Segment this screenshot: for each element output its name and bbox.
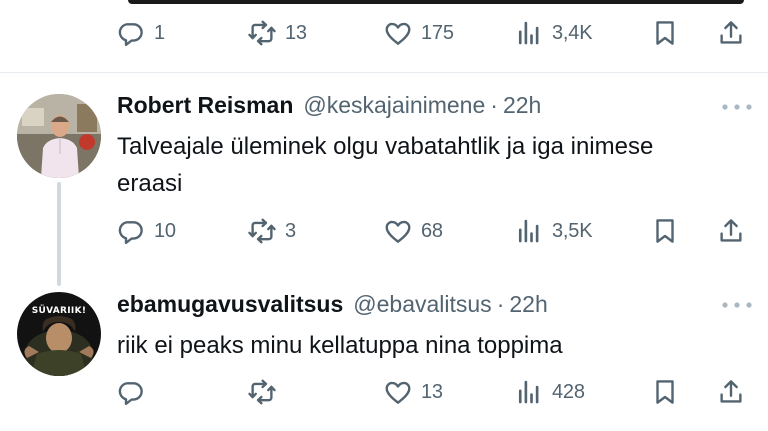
user-name[interactable]: Robert Reisman bbox=[117, 92, 293, 119]
views-icon bbox=[514, 377, 544, 407]
bookmark-button[interactable] bbox=[650, 374, 680, 410]
share-icon bbox=[716, 377, 746, 407]
reply-button[interactable]: 10 bbox=[116, 213, 176, 249]
repost-button[interactable] bbox=[247, 374, 285, 410]
separator-dot: · bbox=[490, 92, 498, 118]
avatar[interactable] bbox=[17, 94, 101, 178]
timestamp[interactable]: 22h bbox=[503, 92, 541, 119]
like-button[interactable]: 13 bbox=[383, 374, 443, 410]
views-icon bbox=[514, 18, 544, 48]
bookmark-icon bbox=[650, 377, 680, 407]
repost-button[interactable]: 3 bbox=[247, 213, 296, 249]
like-icon bbox=[383, 377, 413, 407]
reply-icon bbox=[116, 377, 146, 407]
action-bar: 10 3 68 3,5K bbox=[116, 213, 752, 249]
repost-icon bbox=[247, 18, 277, 48]
views-count: 3,5K bbox=[552, 219, 593, 242]
bookmark-icon bbox=[650, 18, 680, 48]
user-name[interactable]: ebamugavusvalitsus bbox=[117, 291, 343, 318]
bookmark-button[interactable] bbox=[650, 213, 680, 249]
reply-button[interactable]: 1 bbox=[116, 15, 165, 51]
repost-count: 13 bbox=[285, 21, 307, 44]
action-bar: 13 428 bbox=[116, 374, 752, 410]
bookmark-button[interactable] bbox=[650, 15, 680, 51]
views-button[interactable]: 428 bbox=[514, 374, 585, 410]
avatar[interactable]: SÜVARIIK! bbox=[17, 292, 101, 376]
tweet-text: Talveajale üleminek olgu vabatahtlik ja … bbox=[117, 133, 654, 197]
share-icon bbox=[716, 18, 746, 48]
user-handle[interactable]: @keskajainimene bbox=[303, 92, 485, 119]
media-preview-edge[interactable] bbox=[128, 0, 744, 4]
views-count: 428 bbox=[552, 380, 585, 403]
more-button[interactable] bbox=[720, 97, 754, 117]
like-button[interactable]: 175 bbox=[383, 15, 454, 51]
views-icon bbox=[514, 216, 544, 246]
reply-icon bbox=[116, 18, 146, 48]
more-icon bbox=[722, 104, 752, 110]
timestamp[interactable]: 22h bbox=[509, 291, 547, 318]
thread-line bbox=[57, 182, 61, 286]
avatar-caption: SÜVARIIK! bbox=[31, 306, 87, 316]
repost-icon bbox=[247, 377, 277, 407]
like-icon bbox=[383, 18, 413, 48]
views-count: 3,4K bbox=[552, 21, 593, 44]
tweet-header: Robert Reisman @keskajainimene · 22h bbox=[117, 92, 541, 122]
like-count: 13 bbox=[421, 380, 443, 403]
repost-count: 3 bbox=[285, 219, 296, 242]
reply-button[interactable] bbox=[116, 374, 154, 410]
tweet-header: ebamugavusvalitsus @ebavalitsus · 22h bbox=[117, 291, 548, 321]
like-count: 175 bbox=[421, 21, 454, 44]
views-button[interactable]: 3,4K bbox=[514, 15, 593, 51]
user-handle[interactable]: @ebavalitsus bbox=[353, 291, 491, 318]
action-bar: 1 13 175 3,4K bbox=[116, 15, 752, 51]
more-button[interactable] bbox=[720, 295, 754, 315]
reply-count: 1 bbox=[154, 21, 165, 44]
more-icon bbox=[722, 302, 752, 308]
repost-button[interactable]: 13 bbox=[247, 15, 307, 51]
tweet-text: riik ei peaks minu kellatuppa nina toppi… bbox=[117, 332, 563, 359]
bookmark-icon bbox=[650, 216, 680, 246]
like-button[interactable]: 68 bbox=[383, 213, 443, 249]
share-button[interactable] bbox=[716, 15, 746, 51]
views-button[interactable]: 3,5K bbox=[514, 213, 593, 249]
share-icon bbox=[716, 216, 746, 246]
share-button[interactable] bbox=[716, 374, 746, 410]
repost-icon bbox=[247, 216, 277, 246]
share-button[interactable] bbox=[716, 213, 746, 249]
reply-icon bbox=[116, 216, 146, 246]
like-count: 68 bbox=[421, 219, 443, 242]
divider bbox=[0, 72, 768, 73]
separator-dot: · bbox=[496, 291, 505, 317]
like-icon bbox=[383, 216, 413, 246]
reply-count: 10 bbox=[154, 219, 176, 242]
